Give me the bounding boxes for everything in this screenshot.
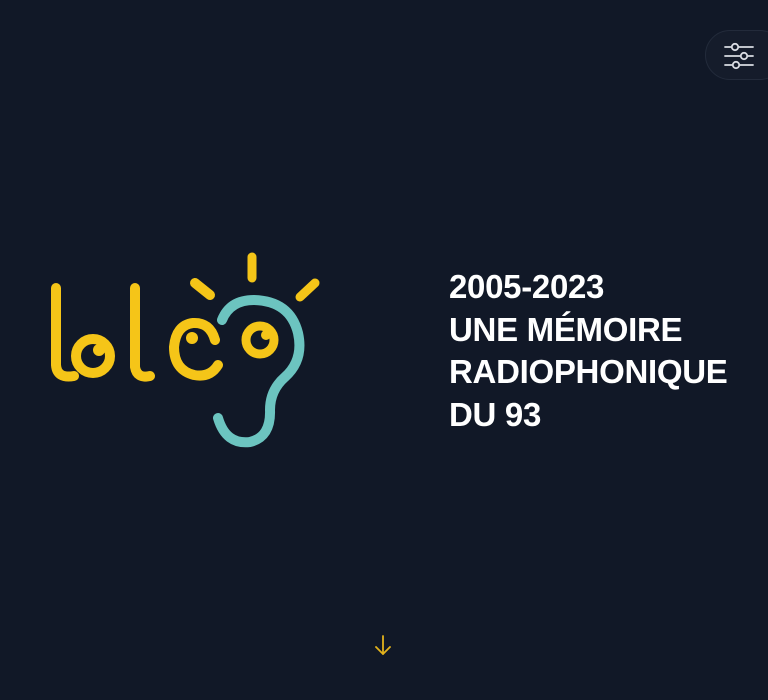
hero-headline: 2005-2023 UNE MÉMOIRE RADIOPHONIQUE DU 9… [449,266,759,436]
sliders-icon [724,42,754,70]
settings-button[interactable] [705,30,768,80]
logo-ray-right [295,278,320,302]
logo-eye-left [93,344,105,356]
arrow-down-icon[interactable] [372,633,394,659]
logo-eye-right [186,332,198,344]
logo-ear-eye-ring [241,321,279,359]
logo-letter-l-2 [130,283,155,382]
logo-ear [213,295,305,448]
lole-logo [51,252,320,448]
logo-letter-o [71,334,115,378]
hero-line-memoire: UNE MÉMOIRE [449,310,683,348]
hero-line-years: 2005-2023 [449,268,605,305]
logo-ear-eye [261,330,271,340]
page: 2005-2023 UNE MÉMOIRE RADIOPHONIQUE DU 9… [0,0,768,700]
logo-letter-l [51,283,79,382]
hero-line-radiophonique: RADIOPHONIQUE [449,353,728,390]
logo-letter-e [169,317,223,381]
hero-line-du93: DU 93 [449,395,542,433]
logo-accent [190,278,215,300]
